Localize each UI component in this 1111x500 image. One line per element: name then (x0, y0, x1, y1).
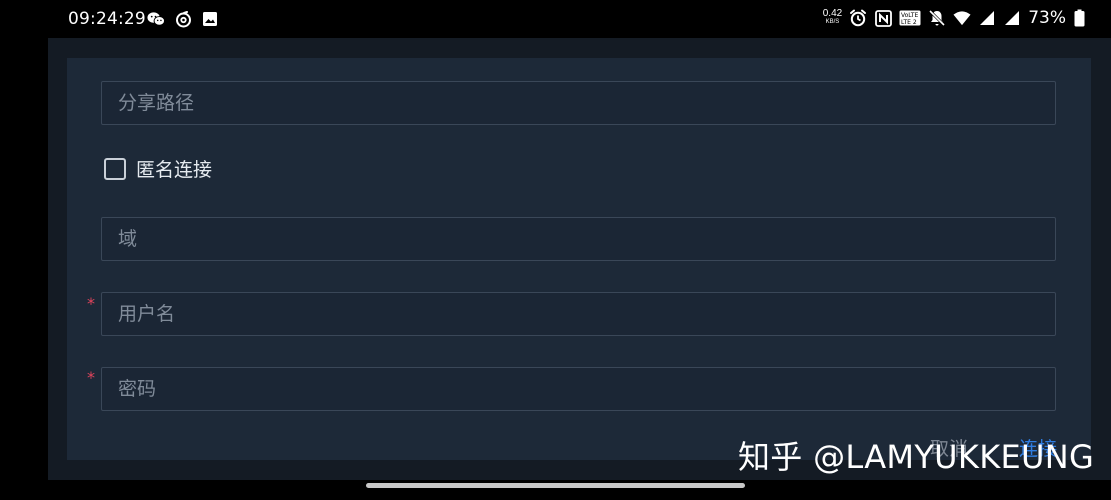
password-required-mark: * (87, 368, 95, 387)
checkbox-icon[interactable] (104, 157, 126, 180)
wechat-icon (147, 10, 165, 28)
net-speed-value: 0.42 (822, 8, 843, 19)
netease-music-icon (174, 10, 192, 28)
cellular-signal-icon (978, 9, 996, 27)
volte-label-sim: LTE 2 (901, 19, 917, 26)
domain-field[interactable] (101, 217, 1056, 261)
gesture-navigation-bar[interactable] (366, 483, 745, 488)
domain-input[interactable] (102, 218, 1055, 260)
anonymous-connection-label[interactable]: 匿名连接 (136, 155, 212, 182)
mute-icon (928, 9, 946, 27)
anonymous-connection-checkbox[interactable]: 匿名连接 (104, 155, 212, 182)
username-field[interactable] (101, 292, 1056, 336)
volte-icon: VoLTE LTE 2 (899, 9, 921, 27)
zhihu-watermark: 知乎 @LAMYUKKEUNG (738, 438, 1095, 476)
battery-percent: 73% (1028, 8, 1066, 28)
share-path-field[interactable] (101, 81, 1056, 125)
status-bar: 09:24:29 0.42 KB/S VoLTE LTE 2 73% (0, 0, 1111, 38)
share-path-input[interactable] (102, 82, 1055, 124)
password-input[interactable] (102, 368, 1055, 410)
volte-label-top: VoLTE (901, 12, 918, 19)
status-time: 09:24:29 (68, 9, 146, 29)
gallery-icon (201, 10, 219, 28)
wifi-icon (953, 9, 971, 27)
system-indicators: 0.42 KB/S VoLTE LTE 2 73% (823, 8, 1085, 28)
password-field[interactable] (101, 367, 1056, 411)
username-input[interactable] (102, 293, 1055, 335)
net-speed-unit: KB/S (825, 19, 840, 25)
cellular-signal-2-icon (1003, 9, 1021, 27)
network-speed: 0.42 KB/S (823, 9, 842, 27)
nfc-icon (874, 9, 892, 27)
battery-icon (1073, 9, 1085, 27)
alarm-icon (849, 9, 867, 27)
username-required-mark: * (87, 294, 95, 313)
notification-icons (147, 10, 219, 28)
